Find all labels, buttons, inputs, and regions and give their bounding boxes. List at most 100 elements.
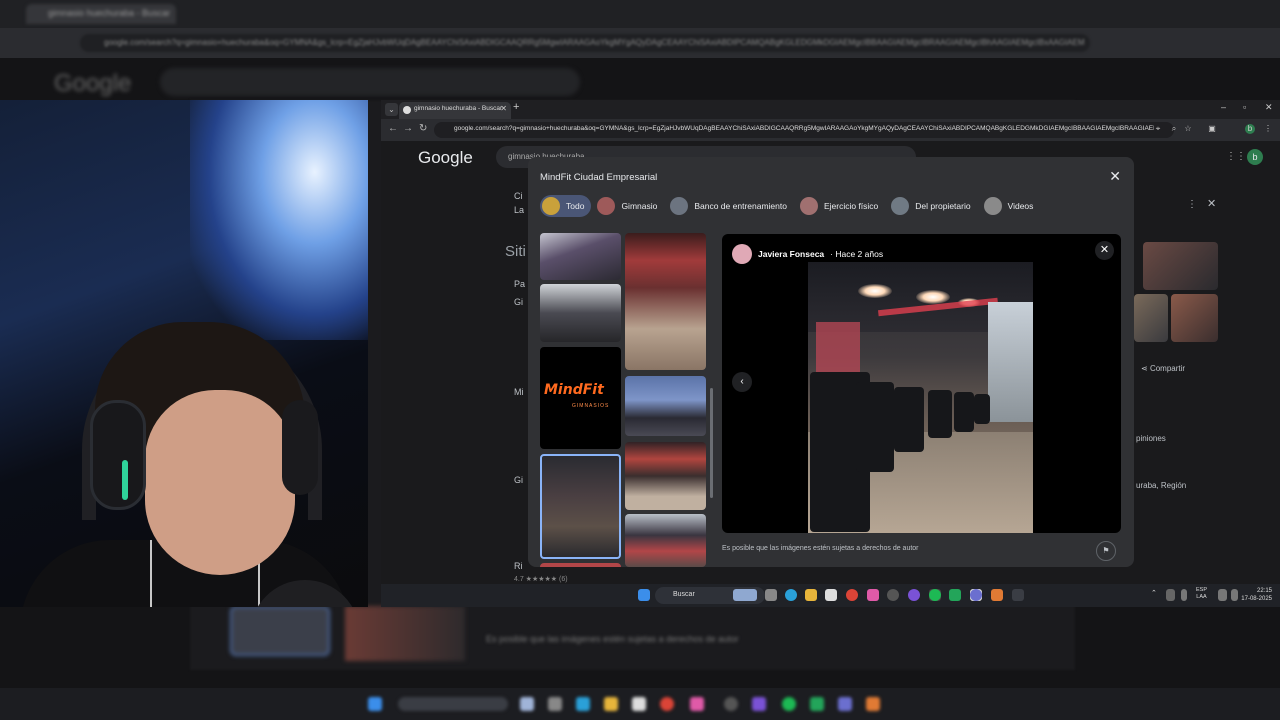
keyboard-layout: LAA (1196, 594, 1207, 600)
photo-thumbnail[interactable] (540, 563, 621, 567)
app-icon[interactable] (991, 589, 1003, 601)
rating-snippet: 4.7 ★★★★★ (6) (514, 576, 568, 583)
place-photo[interactable] (1171, 294, 1218, 342)
chip-del-propietario[interactable]: Del propietario (889, 195, 977, 217)
author-avatar[interactable] (732, 244, 752, 264)
reload-icon[interactable]: ↻ (419, 123, 427, 134)
previous-photo-button[interactable]: ‹ (732, 372, 752, 392)
extensions-icon[interactable]: ▣ (1207, 124, 1217, 134)
menu-icon[interactable]: ⋮ (1263, 124, 1273, 134)
photo-thumbnail[interactable] (540, 233, 621, 280)
modal-title: MindFit Ciudad Empresarial (540, 172, 658, 183)
file-explorer-icon[interactable] (805, 589, 817, 601)
bookmark-star-icon[interactable]: ☆ (1183, 124, 1193, 134)
chip-label: Videos (1007, 201, 1034, 211)
photo-thumbnail[interactable] (625, 233, 706, 370)
panel-menu-icon[interactable]: ⋮ (1187, 199, 1197, 210)
mindfit-logo-thumbnail[interactable]: MindFit GIMNASIOS (540, 347, 621, 449)
spotify-icon (782, 697, 796, 711)
app-icon (520, 697, 534, 711)
monitor-icon[interactable] (1218, 589, 1227, 601)
account-avatar[interactable]: b (1247, 149, 1263, 165)
chip-thumbnail (670, 197, 689, 215)
outer-caption: Es posible que las imágenes estén sujeta… (486, 634, 739, 644)
chip-thumbnail (542, 197, 560, 215)
tab-title: gimnasio huechuraba - Buscar (414, 105, 503, 112)
clock-date: 17-08-2025 (1241, 596, 1272, 602)
tray-chevron-icon[interactable]: ⌃ (1151, 589, 1163, 601)
forward-icon[interactable]: → (403, 123, 413, 134)
app-icon[interactable] (908, 589, 920, 601)
app-icon[interactable] (1012, 589, 1024, 601)
share-button[interactable]: ⋖ Compartir (1141, 364, 1185, 373)
windows-start-icon[interactable] (638, 589, 650, 601)
zoom-icon[interactable]: ⌕ (1169, 124, 1179, 134)
store-icon[interactable] (825, 589, 837, 601)
thumbnail-scrollbar[interactable] (710, 233, 713, 567)
chip-banco-de-entrenamiento[interactable]: Banco de entrenamiento (668, 195, 794, 217)
app-icon[interactable] (867, 589, 879, 601)
photo-thumbnail-selected[interactable] (540, 454, 621, 559)
mindfit-logo: MindFit (544, 382, 604, 398)
apps-grid-icon[interactable]: ⋮⋮ (1226, 151, 1246, 162)
app-icon (810, 697, 824, 711)
minimize-button[interactable]: – (1221, 102, 1226, 112)
report-flag-icon[interactable]: ⚑ (1096, 541, 1116, 561)
copyright-notice: Es posible que las imágenes estén sujeta… (722, 545, 919, 552)
chip-ejercicio-fisico[interactable]: Ejercicio físico (798, 195, 885, 217)
tray-icon[interactable] (1166, 589, 1175, 601)
discord-icon[interactable] (970, 589, 982, 601)
photo-thumbnail[interactable] (625, 376, 706, 436)
tab-close-icon[interactable]: ✕ (500, 104, 507, 113)
edge-icon[interactable] (785, 589, 797, 601)
results-heading: Siti (505, 243, 526, 260)
spotify-icon[interactable] (929, 589, 941, 601)
volume-icon[interactable] (1231, 589, 1238, 601)
result-snippet: Mi (514, 387, 524, 397)
place-photo[interactable] (1134, 294, 1168, 342)
photo-thumbnail[interactable] (625, 442, 706, 510)
photo-thumbnail[interactable] (625, 514, 706, 567)
headset-ear-right (282, 400, 318, 495)
widget-icon[interactable] (733, 589, 757, 601)
close-icon[interactable]: ✕ (1109, 168, 1121, 185)
new-tab-button[interactable]: + (513, 101, 519, 113)
place-photo[interactable] (1143, 242, 1218, 290)
photo-thumbnail[interactable] (540, 284, 621, 342)
language-indicator[interactable]: ESP LAA (1196, 587, 1207, 601)
photo-category-chips: Todo Gimnasio Banco de entrenamiento Eje… (540, 195, 1040, 217)
location-text: uraba, Región (1136, 481, 1187, 490)
chip-label: Banco de entrenamiento (694, 201, 787, 211)
app-icon (838, 697, 852, 711)
panel-close-icon[interactable]: ✕ (1207, 197, 1216, 210)
headset-led (122, 460, 128, 500)
chrome-icon[interactable] (846, 589, 858, 601)
profile-icon[interactable]: b (1245, 124, 1255, 134)
photo-window (988, 302, 1033, 422)
close-window-button[interactable]: ✕ (1265, 102, 1273, 113)
outer-tab: gimnasio huechuraba - Buscar (26, 4, 176, 24)
system-clock[interactable]: 22:15 17-08-2025 (1241, 587, 1272, 603)
chip-thumbnail (983, 197, 1002, 215)
photo-viewer: Javiera Fonseca · Hace 2 años ✕ ‹ (722, 234, 1121, 533)
outer-search-box (160, 68, 580, 96)
app-icon (724, 697, 738, 711)
chip-videos[interactable]: Videos (982, 195, 1041, 217)
xbox-icon[interactable] (949, 589, 961, 601)
settings-icon[interactable] (887, 589, 899, 601)
scrollbar-thumb[interactable] (710, 388, 713, 498)
task-view-icon[interactable] (765, 589, 777, 601)
tab-search-button[interactable]: ⌄ (385, 103, 398, 116)
google-logo[interactable]: Google (418, 148, 473, 168)
result-snippet: Ri (514, 561, 523, 571)
viewer-close-icon[interactable]: ✕ (1095, 241, 1114, 260)
url-field[interactable]: google.com/search?q=gimnasio+huechuraba&… (434, 122, 1174, 138)
author-name[interactable]: Javiera Fonseca (758, 249, 824, 259)
back-icon[interactable]: ← (388, 123, 398, 134)
location-icon[interactable]: ⌖ (1153, 124, 1163, 134)
microphone-icon[interactable] (1181, 589, 1187, 601)
maximize-button[interactable]: ▫ (1243, 102, 1246, 112)
chip-todo[interactable]: Todo (540, 195, 592, 217)
tab-active[interactable]: gimnasio huechuraba - Buscar ✕ (399, 102, 511, 119)
chip-gimnasio[interactable]: Gimnasio (595, 195, 664, 217)
